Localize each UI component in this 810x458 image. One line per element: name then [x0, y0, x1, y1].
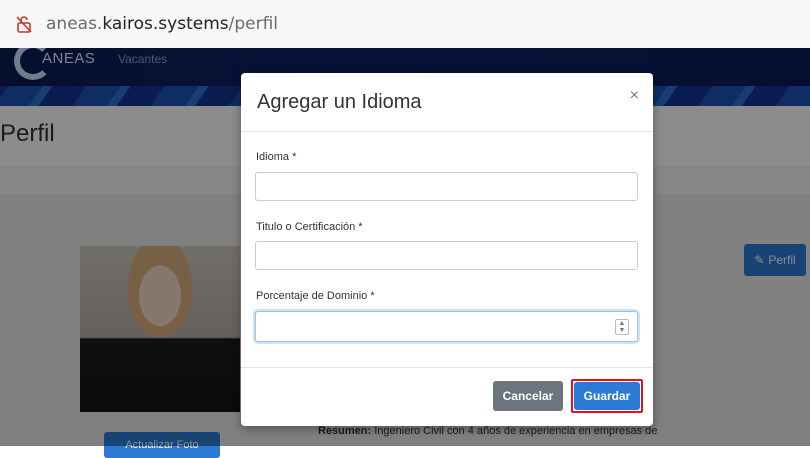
- url-text[interactable]: aneas.kairos.systems/perfil: [46, 14, 278, 34]
- modal-footer-divider: [241, 367, 653, 368]
- add-language-modal: Agregar un Idioma × Idioma * Titulo o Ce…: [241, 73, 653, 426]
- number-spinner-icon[interactable]: ▲ ▼: [615, 319, 629, 335]
- titulo-label: Titulo o Certificación *: [256, 221, 363, 233]
- porcentaje-label: Porcentaje de Dominio *: [256, 290, 375, 302]
- browser-address-bar[interactable]: aneas.kairos.systems/perfil: [0, 0, 810, 48]
- save-button[interactable]: Guardar: [574, 382, 640, 410]
- idioma-input[interactable]: [255, 172, 638, 201]
- idioma-label: Idioma *: [256, 151, 297, 163]
- cancel-button[interactable]: Cancelar: [493, 381, 563, 411]
- modal-title: Agregar un Idioma: [257, 91, 422, 113]
- not-secure-lock-icon: [16, 16, 32, 33]
- titulo-input[interactable]: [255, 241, 638, 270]
- modal-header: Agregar un Idioma ×: [241, 73, 653, 132]
- porcentaje-input[interactable]: ▲ ▼: [255, 311, 638, 342]
- close-icon[interactable]: ×: [630, 87, 639, 105]
